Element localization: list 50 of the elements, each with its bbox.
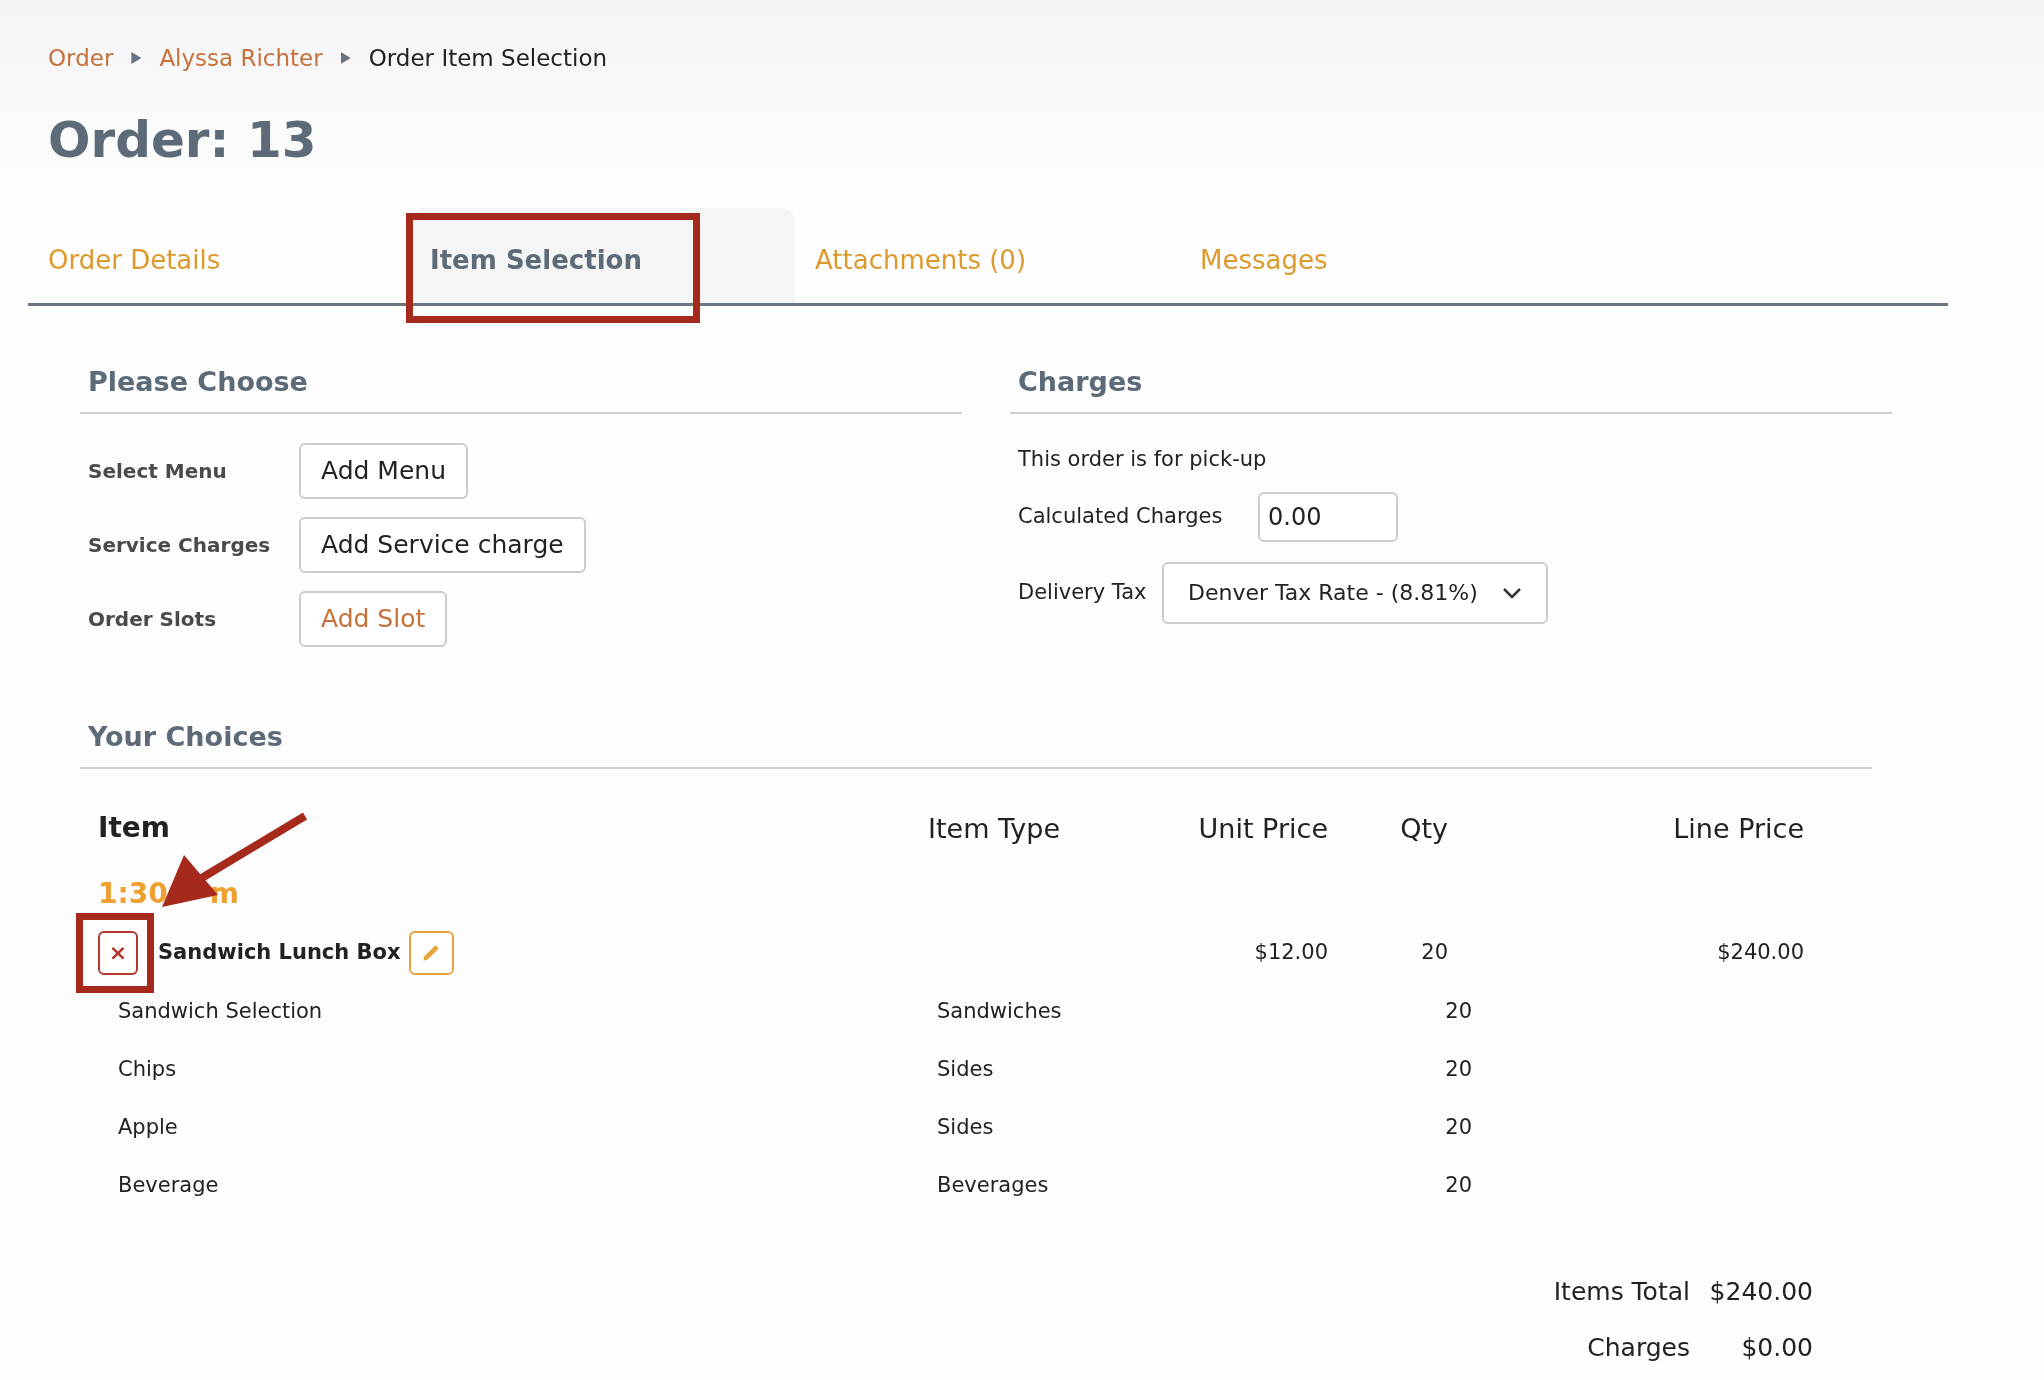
section-heading: Charges: [1010, 362, 1892, 414]
column-header: Qty: [1399, 811, 1448, 846]
chevron-icon: [340, 52, 351, 64]
total-value: $240.00: [1708, 1276, 1813, 1308]
field-label: Select Menu: [87, 458, 228, 485]
total-label: Items Total: [1552, 1276, 1690, 1308]
edit-button[interactable]: [408, 931, 454, 975]
table-cell-text: 20: [1444, 1172, 1472, 1200]
table-cell-text: 20: [1444, 998, 1472, 1026]
table-cell-text: Sides: [937, 1056, 995, 1084]
table-cell-text: Apple: [118, 1114, 179, 1142]
add-button[interactable]: Add Menu: [299, 443, 468, 499]
table-cell-text: Beverages: [937, 1172, 1050, 1200]
breadcrumb-current: Order Item Selection: [368, 43, 608, 73]
total-value: $0.00: [1740, 1331, 1813, 1364]
table-cell-text: $12.00: [1253, 939, 1328, 967]
table-cell-text: Sides: [937, 1114, 995, 1142]
table-cell-text: Sandwiches: [937, 998, 1063, 1026]
table-cell-text: 20: [1444, 1114, 1472, 1142]
field-label: Order Slots: [87, 606, 218, 633]
chevron-down-icon: [1502, 586, 1522, 599]
slot-time: 1:30: [98, 876, 168, 912]
table-cell-text: Chips: [118, 1056, 178, 1084]
column-header: Item Type: [928, 811, 1062, 846]
table-cell-text: 20: [1420, 939, 1448, 967]
breadcrumb-link[interactable]: Alyssa Richter: [159, 40, 323, 76]
column-header: Line Price: [1672, 811, 1804, 846]
section-heading: Please Choose: [80, 362, 962, 414]
charges-input[interactable]: 0.00: [1258, 491, 1398, 542]
table-cell-text: Beverage: [118, 1172, 220, 1200]
remove-button[interactable]: ×: [98, 931, 138, 975]
tab[interactable]: Item Selection: [410, 208, 795, 303]
column-header: Item: [98, 810, 171, 846]
field-label: Service Charges: [87, 532, 272, 559]
field-label: Delivery Tax: [1018, 578, 1148, 606]
table-cell-text: $240.00: [1716, 939, 1804, 967]
add-button[interactable]: Add Service charge: [299, 517, 586, 573]
column-header: Unit Price: [1197, 811, 1328, 846]
item-name: Sandwich Lunch Box: [158, 939, 401, 967]
add-button[interactable]: Add Slot: [299, 591, 448, 647]
tax-select[interactable]: Denver Tax Rate - (8.81%): [1162, 561, 1548, 624]
table-cell-text: Sandwich Selection: [118, 998, 324, 1026]
total-label: Charges: [1586, 1331, 1690, 1364]
chevron-icon: [131, 52, 142, 64]
breadcrumb-link[interactable]: Order: [48, 40, 114, 76]
table-cell-text: 20: [1444, 1056, 1472, 1084]
section-heading: Your Choices: [80, 717, 1872, 769]
pickup-note: This order is for pick-up: [1017, 446, 1268, 473]
field-label: Calculated Charges: [1018, 502, 1224, 530]
page-title: Order: 13: [47, 110, 318, 170]
